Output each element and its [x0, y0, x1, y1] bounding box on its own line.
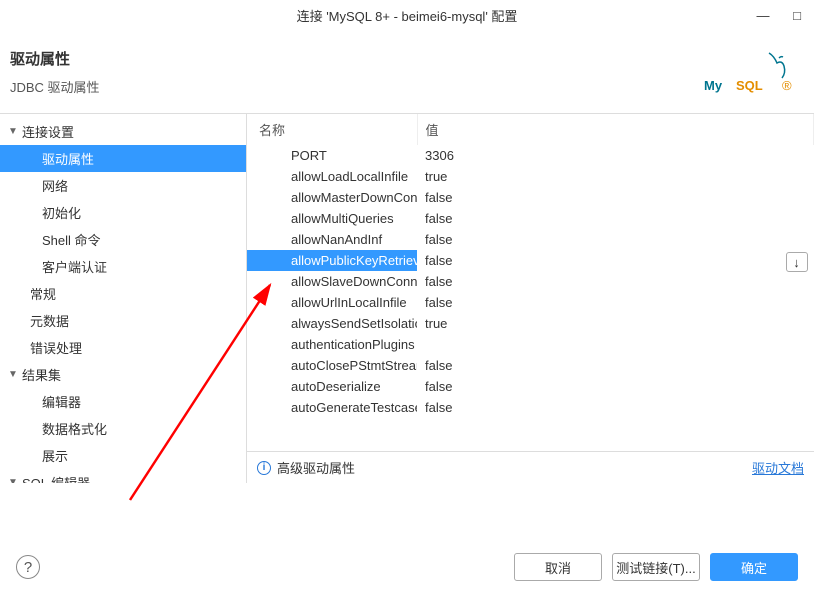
chevron-icon: ▼: [8, 126, 22, 137]
table-row[interactable]: PORT3306: [247, 145, 814, 166]
window-controls: — □: [756, 8, 804, 23]
mysql-logo: My SQL ®: [704, 48, 794, 101]
table-row[interactable]: allowMultiQueriesfalse: [247, 208, 814, 229]
svg-text:My: My: [704, 78, 723, 93]
property-name-cell: allowPublicKeyRetriev: [247, 250, 417, 271]
table-row[interactable]: allowUrlInLocalInfilefalse: [247, 292, 814, 313]
sidebar-child[interactable]: 编辑器: [0, 388, 246, 415]
test-connection-button[interactable]: 测试链接(T)...: [612, 553, 700, 581]
sidebar-child[interactable]: 客户端认证: [0, 253, 246, 280]
titlebar: 连接 'MySQL 8+ - beimei6-mysql' 配置 — □: [0, 0, 814, 30]
property-value-cell[interactable]: false: [417, 397, 814, 418]
property-value-cell[interactable]: true: [417, 166, 814, 187]
driver-docs-link[interactable]: 驱动文档: [752, 458, 804, 477]
sidebar-parent[interactable]: ▼SQL 编辑器: [0, 469, 246, 483]
property-value-cell[interactable]: false: [417, 292, 814, 313]
property-name-cell: allowMultiQueries: [247, 208, 417, 229]
sidebar-child[interactable]: Shell 命令: [0, 226, 246, 253]
property-name-cell: alwaysSendSetIsolatio: [247, 313, 417, 334]
property-name-cell: PORT: [247, 145, 417, 166]
sidebar-item-label: 结果集: [22, 365, 61, 384]
sidebar-item-label: SQL 编辑器: [22, 473, 90, 483]
property-name-cell: autoDeserialize: [247, 376, 417, 397]
property-value-cell[interactable]: false↓: [417, 250, 814, 271]
properties-table: 名称 值 PORT3306allowLoadLocalInfiletrueall…: [247, 114, 814, 418]
table-row[interactable]: autoGenerateTestcaseSfalse: [247, 397, 814, 418]
minimize-button[interactable]: —: [756, 8, 770, 23]
sidebar-child[interactable]: 初始化: [0, 199, 246, 226]
column-header-name[interactable]: 名称: [247, 114, 417, 145]
svg-text:®: ®: [782, 78, 792, 93]
table-row[interactable]: allowSlaveDownConnectfalse: [247, 271, 814, 292]
dropdown-button[interactable]: ↓: [786, 252, 808, 272]
maximize-button[interactable]: □: [790, 8, 804, 23]
sidebar-child[interactable]: 展示: [0, 442, 246, 469]
table-row[interactable]: allowPublicKeyRetrievfalse↓: [247, 250, 814, 271]
properties-table-wrap: 名称 值 PORT3306allowLoadLocalInfiletrueall…: [247, 114, 814, 451]
page-subtitle: JDBC 驱动属性: [10, 77, 100, 96]
sidebar-child[interactable]: 数据格式化: [0, 415, 246, 442]
header: 驱动属性 JDBC 驱动属性 My SQL ®: [0, 30, 814, 113]
property-name-cell: allowNanAndInf: [247, 229, 417, 250]
table-row[interactable]: autoDeserializefalse: [247, 376, 814, 397]
table-row[interactable]: alwaysSendSetIsolatiotrue: [247, 313, 814, 334]
property-name-cell: allowSlaveDownConnect: [247, 271, 417, 292]
property-name-cell: allowMasterDownConnec: [247, 187, 417, 208]
property-value-cell[interactable]: [417, 334, 814, 355]
table-row[interactable]: authenticationPlugins: [247, 334, 814, 355]
footer-info-bar: i 高级驱动属性 驱动文档: [247, 451, 814, 483]
svg-text:SQL: SQL: [736, 78, 763, 93]
property-value-cell[interactable]: true: [417, 313, 814, 334]
property-value-cell[interactable]: false: [417, 208, 814, 229]
help-icon[interactable]: ?: [16, 555, 40, 579]
table-row[interactable]: autoClosePStmtStreamsfalse: [247, 355, 814, 376]
property-name-cell: autoGenerateTestcaseS: [247, 397, 417, 418]
sidebar-item-label: 元数据: [30, 311, 69, 330]
sidebar-child[interactable]: 网络: [0, 172, 246, 199]
sidebar-item-label: 错误处理: [30, 338, 82, 357]
chevron-icon: ▼: [8, 477, 22, 483]
sidebar-parent[interactable]: ▼结果集: [0, 361, 246, 388]
property-name-cell: allowUrlInLocalInfile: [247, 292, 417, 313]
property-value-cell[interactable]: false: [417, 355, 814, 376]
table-row[interactable]: allowLoadLocalInfiletrue: [247, 166, 814, 187]
table-row[interactable]: allowNanAndInffalse: [247, 229, 814, 250]
property-value-cell[interactable]: false: [417, 271, 814, 292]
table-row[interactable]: allowMasterDownConnecfalse: [247, 187, 814, 208]
property-name-cell: autoClosePStmtStreams: [247, 355, 417, 376]
page-title: 驱动属性: [10, 48, 100, 69]
sidebar-parent[interactable]: 错误处理: [0, 334, 246, 361]
property-name-cell: allowLoadLocalInfile: [247, 166, 417, 187]
button-group: 取消 测试链接(T)... 确定: [514, 553, 798, 581]
sidebar-parent[interactable]: ▼连接设置: [0, 118, 246, 145]
main-panel: 名称 值 PORT3306allowLoadLocalInfiletrueall…: [247, 114, 814, 483]
property-value-cell[interactable]: false: [417, 187, 814, 208]
sidebar-parent[interactable]: 元数据: [0, 307, 246, 334]
ok-button[interactable]: 确定: [710, 553, 798, 581]
sidebar-item-label: 常规: [30, 284, 56, 303]
property-value-cell[interactable]: false: [417, 376, 814, 397]
property-value-cell[interactable]: 3306: [417, 145, 814, 166]
sidebar-item-label: 连接设置: [22, 122, 74, 141]
cancel-button[interactable]: 取消: [514, 553, 602, 581]
column-header-value[interactable]: 值: [417, 114, 814, 145]
property-value-cell[interactable]: false: [417, 229, 814, 250]
sidebar-parent[interactable]: 常规: [0, 280, 246, 307]
content-area: ▼连接设置驱动属性网络初始化Shell 命令客户端认证常规元数据错误处理▼结果集…: [0, 113, 814, 483]
chevron-icon: ▼: [8, 369, 22, 380]
sidebar: ▼连接设置驱动属性网络初始化Shell 命令客户端认证常规元数据错误处理▼结果集…: [0, 114, 247, 483]
property-name-cell: authenticationPlugins: [247, 334, 417, 355]
arrow-down-icon: ↓: [793, 255, 800, 270]
window-title: 连接 'MySQL 8+ - beimei6-mysql' 配置: [297, 6, 518, 25]
footer-info-label: 高级驱动属性: [277, 458, 355, 477]
sidebar-child[interactable]: 驱动属性: [0, 145, 246, 172]
info-icon: i: [257, 461, 271, 475]
bottom-bar: ? 取消 测试链接(T)... 确定: [0, 537, 814, 597]
